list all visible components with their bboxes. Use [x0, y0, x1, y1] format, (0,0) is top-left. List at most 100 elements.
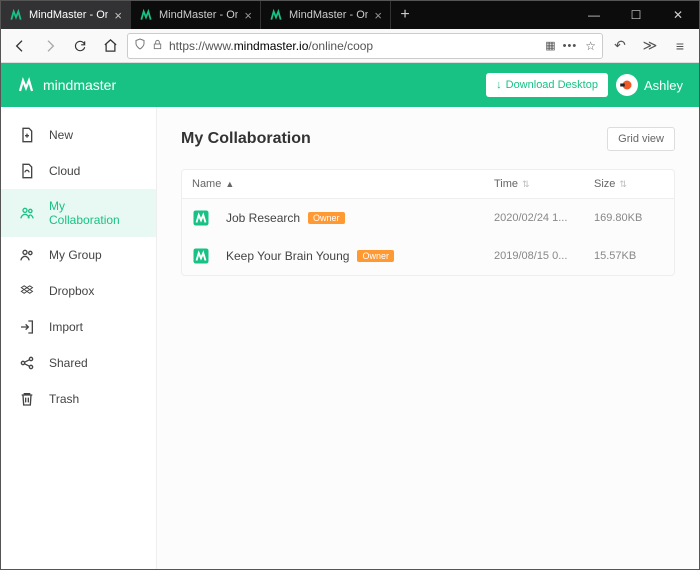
close-icon[interactable]: ×: [114, 8, 122, 23]
url-domain: mindmaster.io: [234, 39, 309, 53]
tab-label: MindMaster - Online Mind M: [159, 9, 238, 21]
url-text: https://www.mindmaster.io/online/coop: [169, 39, 539, 53]
table-row[interactable]: Job Research Owner 2020/02/24 1... 169.8…: [182, 199, 674, 237]
table-head: Name ▲ Time ⇅ Size ⇅: [182, 170, 674, 199]
file-name: Keep Your Brain Young: [226, 249, 349, 263]
browser-tab-2[interactable]: MindMaster - Online Mind M ×: [131, 1, 261, 29]
user-name: Ashley: [644, 78, 683, 93]
bookmark-icon[interactable]: ☆: [585, 39, 596, 53]
sidebar-item-label: Trash: [49, 392, 79, 406]
overflow-button[interactable]: ≫: [637, 33, 663, 59]
sidebar-item-new[interactable]: New: [1, 117, 156, 153]
column-header-time[interactable]: Time ⇅: [494, 178, 594, 190]
sidebar-item-label: My Group: [49, 248, 102, 262]
close-window-button[interactable]: ✕: [657, 1, 699, 29]
avatar: [616, 74, 638, 96]
forward-button[interactable]: [37, 33, 63, 59]
grid-view-button[interactable]: Grid view: [607, 127, 675, 151]
trash-icon: [19, 391, 35, 407]
mindmap-file-icon: [192, 209, 210, 227]
close-icon[interactable]: ×: [374, 8, 382, 23]
file-size: 15.57KB: [594, 250, 664, 262]
browser-tabs: MindMaster - Online Mind M × MindMaster …: [1, 1, 573, 29]
tab-label: MindMaster - Online Mind M: [289, 9, 368, 21]
shield-icon: [134, 38, 146, 53]
owner-badge: Owner: [357, 250, 394, 262]
url-bar[interactable]: https://www.mindmaster.io/online/coop ▦ …: [127, 33, 603, 59]
file-table: Name ▲ Time ⇅ Size ⇅ Job Resea: [181, 169, 675, 276]
mindmaster-favicon-icon: [9, 8, 23, 22]
sidebar-item-dropbox[interactable]: Dropbox: [1, 273, 156, 309]
home-button[interactable]: [97, 33, 123, 59]
sidebar-item-cloud[interactable]: Cloud: [1, 153, 156, 189]
avatar-icon: [618, 76, 636, 94]
new-tab-button[interactable]: +: [391, 1, 419, 29]
sort-asc-icon: ▲: [225, 179, 234, 189]
undo-button[interactable]: ↶: [607, 33, 633, 59]
sidebar-item-label: Cloud: [49, 164, 80, 178]
download-label: Download Desktop: [506, 79, 598, 91]
sidebar-item-import[interactable]: Import: [1, 309, 156, 345]
column-label: Size: [594, 178, 615, 190]
sidebar-item-label: My Collaboration: [49, 199, 138, 227]
maximize-button[interactable]: ☐: [615, 1, 657, 29]
tab-label: MindMaster - Online Mind M: [29, 9, 108, 21]
sidebar-item-label: Dropbox: [49, 284, 94, 298]
mindmaster-favicon-icon: [139, 8, 153, 22]
sidebar-item-label: Import: [49, 320, 83, 334]
mindmaster-favicon-icon: [269, 8, 283, 22]
sidebar-item-my-collaboration[interactable]: My Collaboration: [1, 189, 156, 237]
sidebar-item-label: Shared: [49, 356, 88, 370]
browser-tab-1[interactable]: MindMaster - Online Mind M ×: [1, 1, 131, 29]
sidebar-item-trash[interactable]: Trash: [1, 381, 156, 417]
column-header-size[interactable]: Size ⇅: [594, 178, 664, 190]
new-icon: [19, 127, 35, 143]
owner-badge: Owner: [308, 212, 345, 224]
app-body: New Cloud My Collaboration My Group Drop…: [1, 107, 699, 569]
column-label: Time: [494, 178, 518, 190]
window-controls: — ☐ ✕: [573, 1, 699, 29]
back-button[interactable]: [7, 33, 33, 59]
home-icon: [103, 38, 118, 53]
close-icon[interactable]: ×: [244, 8, 252, 23]
file-size: 169.80KB: [594, 212, 664, 224]
file-time: 2020/02/24 1...: [494, 212, 594, 224]
import-icon: [19, 319, 35, 335]
sidebar-item-my-group[interactable]: My Group: [1, 237, 156, 273]
sidebar-item-shared[interactable]: Shared: [1, 345, 156, 381]
lock-icon: [152, 39, 163, 53]
sort-icon: ⇅: [522, 179, 530, 190]
app: mindmaster ↓ Download Desktop Ashley New…: [1, 63, 699, 569]
more-icon[interactable]: •••: [563, 40, 578, 52]
file-name: Job Research: [226, 211, 300, 225]
minimize-button[interactable]: —: [573, 1, 615, 29]
browser-navbar: https://www.mindmaster.io/online/coop ▦ …: [1, 29, 699, 63]
url-prefix: https://www.: [169, 39, 234, 53]
group-icon: [19, 247, 35, 263]
download-desktop-button[interactable]: ↓ Download Desktop: [486, 73, 608, 97]
download-icon: ↓: [496, 79, 502, 91]
arrow-left-icon: [12, 38, 28, 54]
table-row[interactable]: Keep Your Brain Young Owner 2019/08/15 0…: [182, 237, 674, 275]
browser-tab-3[interactable]: MindMaster - Online Mind M ×: [261, 1, 391, 29]
column-header-name[interactable]: Name ▲: [192, 178, 494, 190]
collaboration-icon: [19, 205, 35, 221]
sidebar-item-label: New: [49, 128, 73, 142]
page-title: My Collaboration: [181, 130, 311, 148]
file-time: 2019/08/15 0...: [494, 250, 594, 262]
main-head: My Collaboration Grid view: [181, 127, 675, 151]
cloud-icon: [19, 163, 35, 179]
brand[interactable]: mindmaster: [17, 76, 116, 94]
shared-icon: [19, 355, 35, 371]
arrow-right-icon: [42, 38, 58, 54]
sort-icon: ⇅: [619, 179, 627, 190]
brand-logo-icon: [17, 76, 35, 94]
user-menu[interactable]: Ashley: [616, 74, 683, 96]
reader-icon[interactable]: ▦: [545, 39, 554, 52]
brand-name: mindmaster: [43, 77, 116, 93]
reload-button[interactable]: [67, 33, 93, 59]
url-path: /online/coop: [308, 39, 373, 53]
app-header: mindmaster ↓ Download Desktop Ashley: [1, 63, 699, 107]
column-label: Name: [192, 178, 221, 190]
menu-button[interactable]: ≡: [667, 33, 693, 59]
